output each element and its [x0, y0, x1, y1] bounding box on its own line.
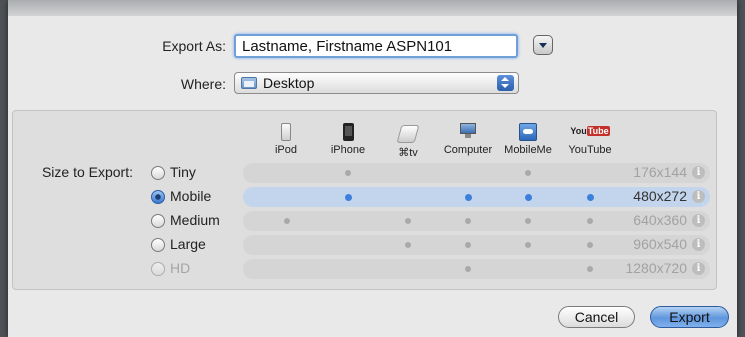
- size-option-label[interactable]: Tiny: [170, 164, 196, 180]
- compatibility-dot: [464, 193, 472, 201]
- compatibility-dot: [587, 266, 593, 272]
- compatibility-dot: [405, 242, 411, 248]
- info-icon[interactable]: i: [692, 262, 705, 275]
- folder-icon: [241, 77, 257, 89]
- device-label: ⌘tv: [398, 147, 418, 159]
- resolution-label: 176x144: [633, 164, 687, 180]
- device-column-appletv: ⌘tv: [378, 123, 438, 159]
- compatibility-dot: [405, 218, 411, 224]
- size-radio-medium[interactable]: [151, 214, 165, 228]
- size-radio-hd: [151, 262, 165, 276]
- compatibility-dot: [345, 170, 351, 176]
- size-option-label[interactable]: Large: [170, 236, 206, 252]
- compatibility-dot: [524, 193, 532, 201]
- resolution-label: 640x360: [633, 212, 687, 228]
- expand-browser-button[interactable]: [533, 35, 553, 55]
- compatibility-dot: [465, 218, 471, 224]
- device-column-iphone: iPhone: [318, 123, 378, 156]
- youtube-icon: YouTube: [570, 126, 610, 136]
- device-label: Computer: [443, 144, 493, 156]
- size-option-label[interactable]: Medium: [170, 212, 220, 228]
- popup-arrows-icon: [497, 75, 514, 91]
- device-label: MobileMe: [504, 144, 552, 156]
- size-radio-tiny[interactable]: [151, 166, 165, 180]
- where-popup[interactable]: Desktop: [234, 72, 519, 94]
- compatibility-dot: [465, 266, 471, 272]
- size-radio-mobile[interactable]: [151, 190, 165, 204]
- size-option-label[interactable]: HD: [170, 260, 190, 276]
- compatibility-dot: [586, 193, 594, 201]
- where-popup-value: Desktop: [263, 75, 315, 91]
- device-column-ipod: iPod: [256, 123, 316, 156]
- compatibility-dot: [284, 218, 290, 224]
- compatibility-dot: [587, 242, 593, 248]
- size-option-label[interactable]: Mobile: [170, 188, 211, 204]
- appletv-icon: [396, 125, 420, 143]
- info-icon[interactable]: i: [692, 190, 705, 203]
- compatibility-dot: [344, 193, 352, 201]
- size-to-export-label: Size to Export:: [41, 164, 133, 180]
- compatibility-dot: [587, 218, 593, 224]
- device-label: iPhone: [330, 144, 366, 156]
- compatibility-dot: [465, 242, 471, 248]
- resolution-label: 960x540: [633, 236, 687, 252]
- computer-icon: [460, 123, 476, 141]
- compatibility-dot: [525, 170, 531, 176]
- sheet-title-strip: [8, 0, 737, 16]
- resolution-label: 1280x720: [625, 260, 687, 276]
- compatibility-dot: [525, 218, 531, 224]
- device-label: YouTube: [568, 144, 612, 156]
- size-radio-large[interactable]: [151, 238, 165, 252]
- info-icon[interactable]: i: [692, 238, 705, 251]
- export-as-field[interactable]: Lastname, Firstname ASPN101: [234, 34, 518, 58]
- info-icon[interactable]: i: [692, 214, 705, 227]
- device-column-mobileme: MobileMe: [498, 123, 558, 156]
- mobileme-icon: [519, 123, 537, 141]
- iphone-icon: [342, 123, 354, 141]
- device-column-computer: Computer: [438, 123, 498, 156]
- export-as-label: Export As:: [162, 38, 226, 54]
- ipod-icon: [281, 123, 291, 141]
- device-column-youtube: YouTube YouTube: [560, 123, 620, 156]
- where-label: Where:: [180, 76, 226, 92]
- resolution-label: 480x272: [633, 188, 687, 204]
- info-icon[interactable]: i: [692, 166, 705, 179]
- compatibility-dot: [525, 242, 531, 248]
- device-label: iPod: [274, 144, 298, 156]
- export-button[interactable]: Export: [650, 306, 729, 328]
- cancel-button[interactable]: Cancel: [558, 306, 635, 328]
